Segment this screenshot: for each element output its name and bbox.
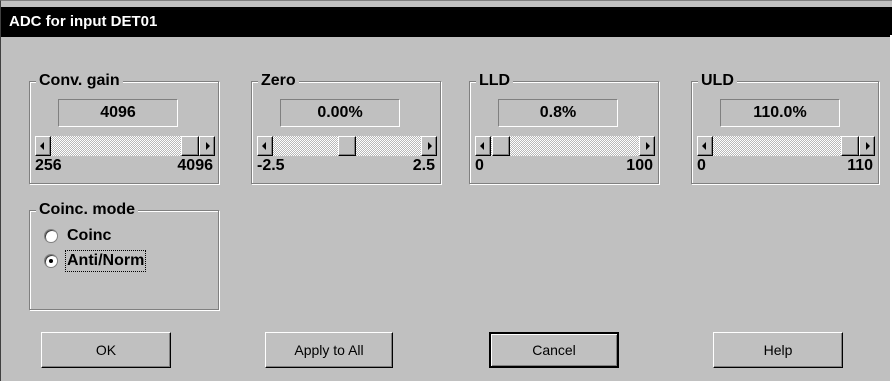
coinc-mode-label: Coinc. mode (36, 200, 139, 220)
arrow-right-icon (206, 142, 210, 150)
scroll-thumb[interactable] (841, 136, 859, 156)
zero-group: Zero 0.00% -2.5 2.5 (251, 71, 441, 184)
scroll-left-button[interactable] (475, 136, 491, 156)
zero-min: -2.5 (257, 157, 285, 174)
uld-value: 110.0% (720, 99, 840, 127)
scroll-thumb[interactable] (338, 136, 356, 156)
radio-anti-norm-label[interactable]: Anti/Norm (64, 250, 147, 272)
window-title: ADC for input DET01 (9, 13, 158, 30)
coinc-mode-group: Coinc. mode Coinc Anti/Norm (29, 200, 219, 310)
title-bar: ADC for input DET01 (1, 7, 892, 37)
conv-gain-value: 4096 (58, 99, 178, 127)
ok-button[interactable]: OK (41, 332, 171, 368)
lld-value: 0.8% (498, 99, 618, 127)
radio-anti-norm[interactable]: Anti/Norm (44, 250, 147, 272)
adc-dialog: ADC for input DET01 Conv. gain 4096 256 … (0, 0, 892, 382)
arrow-right-icon (428, 142, 432, 150)
arrow-left-icon (262, 142, 266, 150)
radio-coinc[interactable]: Coinc (44, 225, 111, 247)
scroll-left-button[interactable] (35, 136, 51, 156)
scroll-right-button[interactable] (859, 136, 875, 156)
radio-dot (49, 259, 53, 263)
lld-group: LLD 0.8% 0 100 (469, 71, 659, 184)
arrow-right-icon (646, 142, 650, 150)
uld-label: ULD (698, 71, 737, 91)
scroll-right-button[interactable] (421, 136, 437, 156)
arrow-right-icon (866, 142, 870, 150)
scroll-thumb[interactable] (492, 136, 511, 156)
uld-scrollbar[interactable] (697, 136, 875, 156)
arrow-left-icon (480, 142, 484, 150)
conv-gain-group: Conv. gain 4096 256 4096 (29, 71, 219, 184)
uld-max: 110 (847, 157, 873, 174)
arrow-left-icon (702, 142, 706, 150)
radio-coinc-label[interactable]: Coinc (67, 227, 111, 245)
lld-min: 0 (475, 157, 484, 174)
lld-max: 100 (626, 157, 653, 174)
scroll-thumb[interactable] (181, 136, 199, 156)
scroll-left-button[interactable] (257, 136, 273, 156)
conv-gain-min: 256 (35, 157, 62, 174)
apply-to-all-button[interactable]: Apply to All (265, 332, 393, 368)
zero-label: Zero (258, 71, 299, 91)
uld-group: ULD 110.0% 0 110 (691, 71, 879, 184)
zero-max: 2.5 (412, 157, 435, 174)
scroll-left-button[interactable] (697, 136, 713, 156)
conv-gain-scrollbar[interactable] (35, 136, 215, 156)
uld-min: 0 (697, 157, 706, 174)
radio-button[interactable] (44, 254, 58, 268)
zero-scrollbar[interactable] (257, 136, 437, 156)
lld-label: LLD (476, 71, 514, 91)
conv-gain-label: Conv. gain (36, 71, 123, 91)
scroll-right-button[interactable] (199, 136, 215, 156)
lld-scrollbar[interactable] (475, 136, 655, 156)
radio-button[interactable] (44, 229, 58, 243)
scroll-right-button[interactable] (639, 136, 655, 156)
conv-gain-max: 4096 (177, 157, 213, 174)
help-button[interactable]: Help (713, 332, 843, 368)
cancel-button[interactable]: Cancel (489, 332, 619, 368)
zero-value: 0.00% (280, 99, 400, 127)
arrow-left-icon (40, 142, 44, 150)
